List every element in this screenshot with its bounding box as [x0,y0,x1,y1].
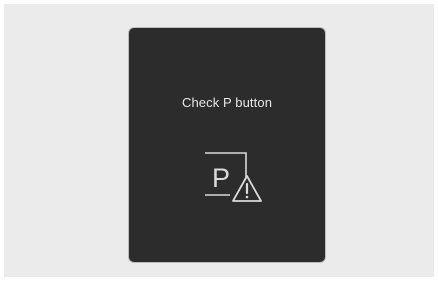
page-background: Check P button P [4,4,434,277]
warning-message: Check P button [181,95,273,110]
cluster-warning-panel: Check P button P [128,27,326,263]
park-letter: P [212,163,230,193]
park-button-warning-icon: P [205,152,262,202]
